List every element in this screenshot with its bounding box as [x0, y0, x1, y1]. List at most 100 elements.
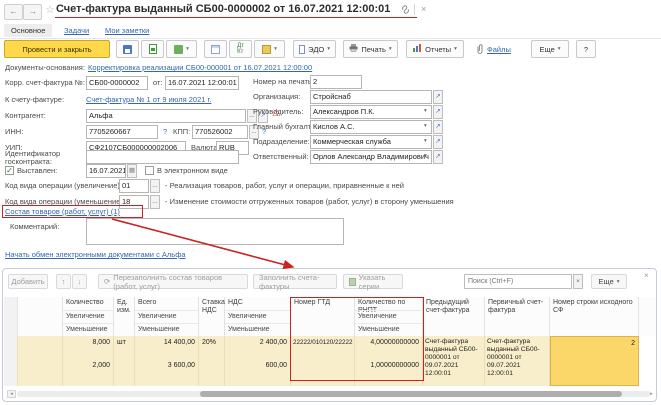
search-input[interactable] [464, 274, 572, 289]
subordination-structure-button[interactable]: ДтКт [229, 40, 252, 58]
search-clear-button[interactable]: × [573, 274, 583, 289]
head-open-button[interactable]: ↗ [433, 105, 443, 119]
cell-primary-invoice[interactable]: Счет-фактура выданный СБ00-0000001 от 09… [485, 336, 550, 386]
create-based-on-button[interactable]: ▾ [166, 40, 197, 58]
panel-close-icon[interactable]: × [644, 271, 649, 280]
help-button[interactable]: ? [576, 40, 596, 58]
comment-field[interactable] [86, 218, 344, 245]
calendar-icon[interactable]: ▦ [127, 164, 137, 178]
document-movements-button[interactable] [204, 40, 227, 58]
to-invoice-link[interactable]: Счет-фактура № 1 от 9 июля 2021 г. [86, 94, 211, 106]
table-corner-gutter [4, 297, 18, 336]
specify-series-button[interactable]: Указать серии [343, 274, 403, 289]
organization-field[interactable]: Стройснаб [310, 90, 432, 104]
column-vat[interactable]: НДС Увеличение Уменьшение [225, 297, 291, 336]
column-total[interactable]: Всего Увеличение Уменьшение [135, 297, 199, 336]
fill-invoices-button[interactable]: Заполнить счета-фактуры [253, 274, 337, 289]
column-gtd[interactable]: Номер ГТД [291, 297, 355, 336]
counterparty-field[interactable]: Альфа [86, 109, 246, 123]
accountant-field[interactable]: Кислов А.С. [310, 120, 432, 134]
chevron-down-icon[interactable]: ▾ [424, 123, 427, 129]
panel-more-button[interactable]: Еще ▾ [591, 274, 627, 289]
chevron-down-icon: ▾ [274, 46, 277, 52]
cell-rnpt[interactable]: 4,00000000000 1,00000000000 [355, 336, 423, 386]
department-open-button[interactable]: ↗ [433, 135, 443, 149]
dt-kt-icon: ДтКт [237, 43, 244, 55]
subheader-increase: Увеличение [355, 310, 422, 323]
responsible-open-button[interactable]: ↗ [433, 150, 443, 164]
post-document-icon [149, 44, 157, 54]
row-gutter[interactable] [4, 336, 18, 386]
op-code-dec-field[interactable]: 18 [119, 195, 149, 209]
subheader-decrease: Уменьшение [225, 323, 290, 336]
column-prev-invoice[interactable]: Предыдущий счет-фактура [423, 297, 485, 336]
post-document-button[interactable] [141, 40, 164, 58]
kpp-field[interactable]: 770526002 [192, 125, 248, 139]
registers-button[interactable]: ▾ [254, 40, 285, 58]
cell-vat[interactable]: 2 400,00 600,00 [225, 336, 291, 386]
op-code-inc-field[interactable]: 01 [119, 179, 149, 193]
docs-base-link[interactable]: Корректировка реализации СБ00-000001 от … [88, 62, 312, 74]
responsible-field[interactable]: Орлов Александр Владимирович [310, 150, 432, 164]
nav-forward-button[interactable]: → [23, 4, 42, 20]
column-vat-rate[interactable]: Ставка НДС [199, 297, 225, 336]
cell-qty[interactable]: 8,000 2,000 [63, 336, 114, 386]
scroll-right-button[interactable]: ▸ [647, 390, 656, 398]
subheader-decrease: Уменьшение [135, 323, 198, 336]
copy-link-icon[interactable] [401, 5, 410, 16]
window-close-icon[interactable]: × [421, 4, 426, 14]
cell-prev-invoice[interactable]: Счет-фактура выданный СБ00-0000001 от 09… [423, 336, 485, 386]
tab-main[interactable]: Основное [4, 24, 52, 37]
cell-vat-rate[interactable]: 20% [199, 336, 225, 386]
reports-menu-button[interactable]: Отчеты ▾ [406, 40, 464, 58]
refill-contents-button[interactable]: ⟳ Перезаполнить состав товаров (работ, у… [98, 274, 248, 289]
issued-checkbox[interactable]: ✓ [5, 166, 14, 175]
print-number-field[interactable]: 2 [310, 75, 362, 89]
chevron-down-icon[interactable]: ▾ [424, 153, 427, 159]
chevron-down-icon[interactable]: ▾ [424, 108, 427, 114]
tab-tasks[interactable]: Задачи [64, 25, 89, 37]
goods-contents-link[interactable]: Состав товаров (работ, услуг) (1) [5, 206, 120, 218]
cell-unit[interactable]: шт [114, 336, 135, 386]
annotation-title-underline [55, 17, 417, 18]
cell-marker[interactable] [18, 336, 63, 386]
h-scrollbar-thumb[interactable] [200, 391, 622, 397]
issued-date-field[interactable]: 16.07.2021 [86, 164, 126, 178]
scroll-left-button[interactable]: ◂ [7, 390, 16, 398]
post-and-close-button[interactable]: Провести и закрыть [4, 40, 110, 58]
files-link[interactable]: Файлы [487, 44, 511, 56]
tab-notes[interactable]: Мои заметки [105, 25, 149, 37]
column-unit[interactable]: Ед. изм. [114, 297, 135, 336]
organization-open-button[interactable]: ↗ [433, 90, 443, 104]
cell-total[interactable]: 14 400,00 3 600,00 [135, 336, 199, 386]
edo-menu-button[interactable]: ЭДО ▾ [293, 40, 336, 58]
corr-invoice-date-field[interactable]: 16.07.2021 12:00:01 [165, 76, 239, 90]
save-button[interactable] [116, 40, 139, 58]
more-menu-button[interactable]: Еще ▾ [531, 40, 569, 58]
op-code-dec-choose-button[interactable]: ... [150, 195, 160, 209]
move-down-button[interactable]: ↓ [72, 274, 87, 289]
column-marker[interactable] [18, 297, 63, 336]
inn-help-icon[interactable]: ? [163, 126, 167, 138]
favorite-star-icon[interactable]: ☆ [45, 3, 55, 16]
print-menu-button[interactable]: Печать ▾ [343, 40, 398, 58]
department-field[interactable]: Коммерческая служба [310, 135, 432, 149]
cell-source-line-selected[interactable]: 2 [550, 336, 639, 386]
inn-field[interactable]: 7705260667 [86, 125, 158, 139]
add-row-button[interactable]: Добавить [8, 274, 48, 289]
nav-back-button[interactable]: ← [4, 4, 23, 20]
chevron-down-icon[interactable]: ▾ [424, 138, 427, 144]
cell-gtd[interactable]: 22222/010120/22222 [291, 336, 355, 386]
column-qty[interactable]: Количество Увеличение Уменьшение [63, 297, 114, 336]
gov-contract-field[interactable] [86, 150, 239, 164]
move-up-button[interactable]: ↑ [56, 274, 71, 289]
op-code-inc-choose-button[interactable]: ... [150, 179, 160, 193]
corr-invoice-number-field[interactable]: СБ00-0000002 [86, 76, 148, 90]
electronic-checkbox[interactable] [145, 166, 154, 175]
head-field[interactable]: Александров П.К. [310, 105, 432, 119]
column-primary-invoice[interactable]: Первичный счет-фактура [485, 297, 550, 336]
column-rnpt[interactable]: Количество по РНПТ Увеличение Уменьшение [355, 297, 423, 336]
edo-exchange-link[interactable]: Начать обмен электронными документами с … [5, 249, 186, 261]
accountant-open-button[interactable]: ↗ [433, 120, 443, 134]
column-source-line[interactable]: Номер строки исходного СФ [550, 297, 639, 336]
